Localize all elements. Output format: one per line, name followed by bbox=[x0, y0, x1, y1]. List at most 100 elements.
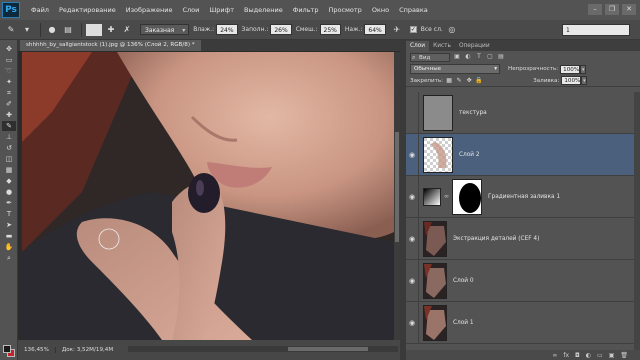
layer-name[interactable]: Экстракция деталей (CEF 4) bbox=[453, 236, 539, 242]
menu-filter[interactable]: Фильтр bbox=[288, 6, 324, 14]
opacity-field[interactable]: 100% bbox=[560, 64, 581, 74]
tab-brush[interactable]: Кисть bbox=[429, 41, 455, 51]
crop-tool-icon[interactable]: ⌗ bbox=[2, 88, 16, 98]
tab-actions[interactable]: Операции bbox=[455, 41, 494, 51]
brush-tool-icon[interactable]: ✎ bbox=[2, 121, 16, 131]
blend-mode-dropdown[interactable]: Обычные bbox=[410, 64, 500, 74]
layers-scrollbar[interactable] bbox=[634, 92, 640, 350]
close-icon[interactable]: ✕ bbox=[622, 4, 636, 15]
menu-select[interactable]: Выделение bbox=[239, 6, 288, 14]
clone-stamp-tool-icon[interactable]: ⊥ bbox=[2, 132, 16, 142]
document-tab[interactable]: shhhhh_by_sallgiantstock (1).jpg @ 136% … bbox=[20, 40, 201, 51]
lock-pixels-icon[interactable]: ✎ bbox=[455, 77, 463, 85]
menu-help[interactable]: Справка bbox=[394, 6, 433, 14]
load-field[interactable]: 26% bbox=[270, 24, 292, 35]
canvas-horizontal-scrollbar[interactable] bbox=[128, 346, 398, 352]
menu-edit[interactable]: Редактирование bbox=[54, 6, 121, 14]
layer-name[interactable]: Слой 1 bbox=[453, 320, 474, 326]
pen-tool-icon[interactable]: ✒ bbox=[2, 198, 16, 208]
pressure-icon[interactable]: ◎ bbox=[445, 23, 459, 37]
trash-icon[interactable]: 🗑 bbox=[620, 352, 628, 359]
scrollbar-thumb[interactable] bbox=[288, 347, 368, 351]
brush-preset-icon[interactable]: ● bbox=[45, 23, 59, 37]
link-layers-icon[interactable]: ∞ bbox=[552, 352, 557, 359]
lock-transparent-icon[interactable]: ▦ bbox=[445, 77, 453, 85]
mode-dropdown[interactable]: Заказная bbox=[140, 24, 190, 36]
blur-tool-icon[interactable]: ◆ bbox=[2, 176, 16, 186]
adjustment-layer-icon[interactable]: ◐ bbox=[586, 352, 591, 359]
link-icon[interactable]: ∞ bbox=[444, 193, 449, 200]
healing-tool-icon[interactable]: ✚ bbox=[2, 110, 16, 120]
lock-all-icon[interactable]: 🔒 bbox=[475, 77, 483, 85]
layer-row[interactable]: ◉ Слой 1 bbox=[406, 302, 634, 344]
layer-name[interactable]: Слой 2 bbox=[459, 152, 480, 158]
airbrush-icon[interactable]: ✈ bbox=[390, 23, 404, 37]
eye-icon[interactable]: ◉ bbox=[406, 151, 418, 159]
smart-object-filter-icon[interactable]: ▤ bbox=[497, 53, 505, 61]
dodge-tool-icon[interactable]: ● bbox=[2, 187, 16, 197]
layer-row[interactable]: ◉ Экстракция деталей (CEF 4) bbox=[406, 218, 634, 260]
pixel-filter-icon[interactable]: ▣ bbox=[453, 53, 461, 61]
kind-filter-dropdown[interactable]: Вид bbox=[410, 52, 450, 62]
layer-name[interactable]: текстура bbox=[459, 110, 487, 116]
path-select-tool-icon[interactable]: ➤ bbox=[2, 220, 16, 230]
fill-arrow-icon[interactable]: ▾ bbox=[581, 76, 588, 85]
eye-icon[interactable]: ◉ bbox=[406, 193, 418, 201]
menu-layers[interactable]: Слои bbox=[177, 6, 204, 14]
visibility-off-icon[interactable] bbox=[406, 109, 418, 117]
new-layer-icon[interactable]: ▣ bbox=[609, 352, 615, 359]
flow-field[interactable]: 64% bbox=[364, 24, 386, 35]
gradient-tool-icon[interactable]: ▦ bbox=[2, 165, 16, 175]
foreground-color-swatch[interactable] bbox=[3, 345, 11, 353]
history-brush-tool-icon[interactable]: ↺ bbox=[2, 143, 16, 153]
menu-view[interactable]: Просмотр bbox=[323, 6, 366, 14]
color-swatch-icon[interactable] bbox=[86, 23, 102, 36]
brush-panel-icon[interactable]: ▤ bbox=[61, 23, 75, 37]
all-layers-checkbox[interactable]: ✓ bbox=[409, 26, 417, 33]
zoom-tool-icon[interactable]: ⌕ bbox=[2, 253, 16, 263]
lock-position-icon[interactable]: ✥ bbox=[465, 77, 473, 85]
lasso-tool-icon[interactable]: ➰ bbox=[2, 66, 16, 76]
menu-window[interactable]: Окно bbox=[367, 6, 394, 14]
add-mask-icon[interactable]: ◘ bbox=[575, 352, 580, 359]
fill-field[interactable]: 100% bbox=[561, 76, 582, 85]
menu-type[interactable]: Шрифт bbox=[204, 6, 239, 14]
document-size[interactable]: Док: 3,52M/19,4M bbox=[56, 347, 119, 353]
wet-field[interactable]: 24% bbox=[216, 24, 238, 35]
quick-select-tool-icon[interactable]: ✦ bbox=[2, 77, 16, 87]
mix-field[interactable]: 25% bbox=[319, 24, 341, 35]
fx-icon[interactable]: fx bbox=[563, 352, 569, 359]
adjustment-filter-icon[interactable]: ◐ bbox=[464, 53, 472, 61]
mixer-brush-icon[interactable]: ✎ bbox=[4, 23, 18, 37]
zoom-level[interactable]: 136,45% bbox=[18, 347, 56, 353]
eye-icon[interactable]: ◉ bbox=[406, 277, 418, 285]
layer-name[interactable]: Слой 0 bbox=[453, 278, 474, 284]
eyedropper-tool-icon[interactable]: ✐ bbox=[2, 99, 16, 109]
chevron-down-icon[interactable]: ▾ bbox=[20, 23, 34, 37]
move-tool-icon[interactable]: ✥ bbox=[2, 44, 16, 54]
tab-layers[interactable]: Слои bbox=[406, 41, 430, 51]
restore-icon[interactable]: ❐ bbox=[605, 4, 619, 15]
workspace-field[interactable]: 1 bbox=[562, 24, 630, 36]
eye-icon[interactable]: ◉ bbox=[406, 235, 418, 243]
shape-filter-icon[interactable]: ▢ bbox=[486, 53, 494, 61]
load-brush-icon[interactable]: ✚ bbox=[104, 23, 118, 37]
scrollbar-thumb[interactable] bbox=[395, 132, 399, 242]
layer-name[interactable]: Градиентная заливка 1 bbox=[488, 194, 560, 200]
marquee-tool-icon[interactable]: ▭ bbox=[2, 55, 16, 65]
layer-row[interactable]: текстура bbox=[406, 92, 634, 134]
eye-icon[interactable]: ◉ bbox=[406, 319, 418, 327]
opacity-arrow-icon[interactable]: ▾ bbox=[580, 64, 587, 74]
menu-image[interactable]: Изображение bbox=[121, 6, 178, 14]
eraser-tool-icon[interactable]: ◫ bbox=[2, 154, 16, 164]
hand-tool-icon[interactable]: ✋ bbox=[2, 242, 16, 252]
type-tool-icon[interactable]: T bbox=[2, 209, 16, 219]
type-filter-icon[interactable]: T bbox=[475, 53, 483, 61]
clean-brush-icon[interactable]: ✗ bbox=[120, 23, 134, 37]
image-canvas[interactable] bbox=[22, 52, 394, 340]
shape-tool-icon[interactable]: ▬ bbox=[2, 231, 16, 241]
new-group-icon[interactable]: ▭ bbox=[597, 352, 603, 359]
layer-row[interactable]: ◉ Слой 0 bbox=[406, 260, 634, 302]
layer-row[interactable]: ◉ Слой 2 bbox=[406, 134, 634, 176]
layer-row[interactable]: ◉ ∞ Градиентная заливка 1 bbox=[406, 176, 634, 218]
